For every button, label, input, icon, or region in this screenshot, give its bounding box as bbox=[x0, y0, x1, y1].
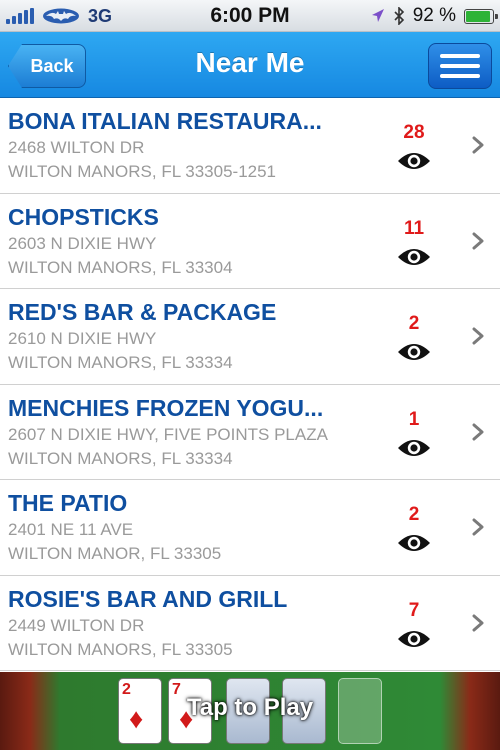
location-name: RED'S BAR & PACKAGE bbox=[8, 299, 277, 325]
location-address-line2: WILTON MANORS, FL 33304 bbox=[8, 257, 233, 277]
location-row[interactable]: RED'S BAR & PACKAGE 2610 N DIXIE HWY WIL… bbox=[0, 289, 500, 385]
status-bar: 3G 6:00 PM 92 % bbox=[0, 0, 500, 32]
view-count: 28 bbox=[403, 122, 425, 143]
view-count: 2 bbox=[408, 313, 420, 334]
location-address-line1: 2603 N DIXIE HWY bbox=[8, 233, 157, 253]
chevron-right-icon bbox=[472, 327, 484, 345]
eye-icon bbox=[398, 630, 430, 647]
location-name: BONA ITALIAN RESTAURA... bbox=[8, 108, 322, 134]
battery-percent: 92 % bbox=[412, 5, 456, 26]
location-address-line2: WILTON MANORS, FL 33334 bbox=[8, 448, 233, 468]
chevron-right-icon bbox=[472, 423, 484, 440]
battery-fill bbox=[466, 10, 490, 22]
chevron-right-icon bbox=[472, 614, 484, 631]
location-row[interactable]: CHOPSTICKS 2603 N DIXIE HWY WILTON MANOR… bbox=[0, 193, 500, 289]
eye-icon bbox=[398, 153, 430, 169]
eye-icon bbox=[398, 344, 430, 360]
ad-banner[interactable]: 2 ♦ 7 ♦ Tap to Play bbox=[0, 672, 500, 750]
eye-icon bbox=[398, 535, 430, 551]
view-count: 2 bbox=[408, 504, 420, 525]
location-row[interactable]: ROSIE'S BAR AND GRILL 2449 WILTON DR WIL… bbox=[0, 575, 500, 671]
location-address-line1: 2449 WILTON DR bbox=[8, 615, 145, 635]
menu-button[interactable] bbox=[428, 43, 492, 89]
location-address-line1: 2401 NE 11 AVE bbox=[8, 520, 134, 539]
location-address-line2: WILTON MANORS, FL 33334 bbox=[8, 353, 233, 372]
location-name: THE PATIO bbox=[8, 490, 128, 516]
status-right: 92 % bbox=[371, 5, 498, 27]
location-row[interactable]: MENCHIES FROZEN YOGU... 2607 N DIXIE HWY… bbox=[0, 384, 500, 480]
chevron-right-icon bbox=[472, 518, 484, 536]
location-row[interactable]: BONA ITALIAN RESTAURA... 2468 WILTON DR … bbox=[0, 98, 500, 194]
eye-icon bbox=[398, 248, 430, 265]
page-title: Near Me bbox=[195, 47, 305, 78]
location-row[interactable]: THE PATIO 2401 NE 11 AVE WILTON MANOR, F… bbox=[0, 480, 500, 576]
view-count: 7 bbox=[408, 599, 420, 621]
location-address-line2: WILTON MANOR, FL 33305 bbox=[8, 544, 222, 563]
chevron-right-icon bbox=[472, 232, 484, 249]
location-address-line1: 2610 N DIXIE HWY bbox=[8, 329, 157, 348]
location-address-line1: 2468 WILTON DR bbox=[8, 138, 145, 157]
location-address-line2: WILTON MANORS, FL 33305 bbox=[8, 639, 233, 659]
location-address-line2: WILTON MANORS, FL 33305-1251 bbox=[8, 162, 277, 181]
location-name: MENCHIES FROZEN YOGU... bbox=[8, 394, 324, 421]
hamburger-icon bbox=[440, 54, 480, 58]
view-count: 11 bbox=[403, 217, 425, 239]
location-name: CHOPSTICKS bbox=[8, 203, 159, 230]
location-list: BONA ITALIAN RESTAURA... 2468 WILTON DR … bbox=[0, 98, 500, 671]
eye-icon bbox=[398, 439, 430, 456]
battery-icon bbox=[464, 8, 498, 24]
location-name: ROSIE'S BAR AND GRILL bbox=[8, 585, 288, 612]
navigation-bar: Back Near Me bbox=[0, 32, 500, 98]
tap-to-play-label: Tap to Play bbox=[186, 694, 314, 721]
bluetooth-icon bbox=[394, 7, 404, 25]
chevron-right-icon bbox=[472, 136, 484, 154]
location-arrow-icon bbox=[371, 9, 384, 22]
view-count: 1 bbox=[408, 408, 420, 430]
location-address-line1: 2607 N DIXIE HWY, FIVE POINTS PLAZA bbox=[8, 424, 328, 444]
